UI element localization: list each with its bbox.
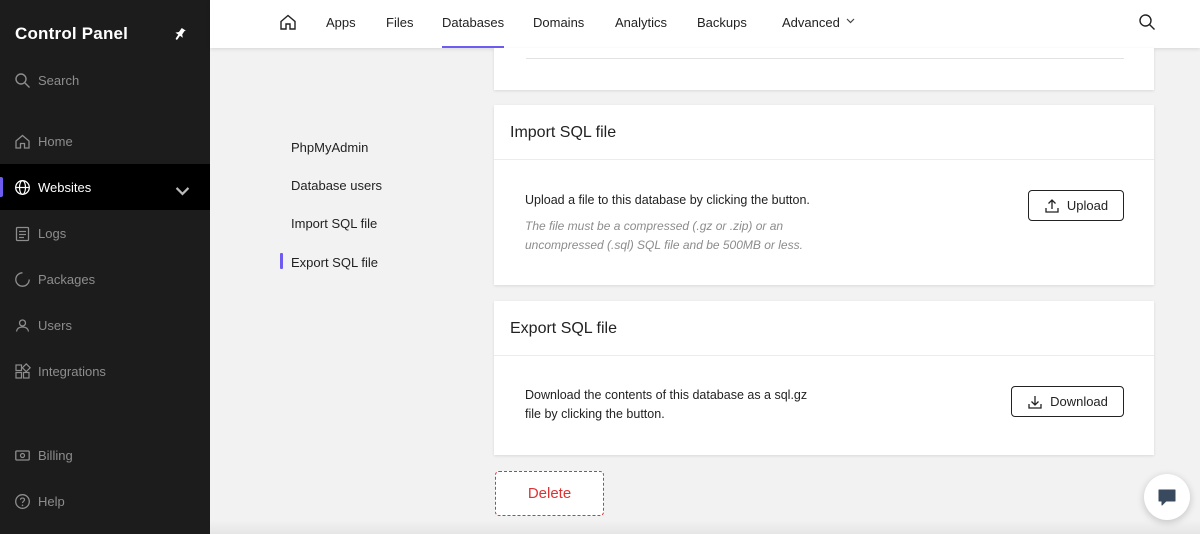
- top-nav: Apps Files Databases Domains Analytics B…: [210, 0, 1200, 48]
- export-card-title: Export SQL file: [510, 320, 618, 337]
- subnav-active-indicator: [280, 253, 283, 269]
- download-icon: [1028, 395, 1042, 409]
- download-button-label: Download: [1050, 394, 1108, 409]
- home-icon[interactable]: [279, 13, 297, 31]
- tab-advanced[interactable]: Advanced: [782, 15, 840, 30]
- sidebar-item-home[interactable]: Home: [0, 118, 210, 164]
- import-card-title: Import SQL file: [510, 124, 617, 141]
- packages-icon: [14, 271, 31, 288]
- tab-apps[interactable]: Apps: [326, 15, 356, 30]
- previous-card: [494, 48, 1154, 90]
- sidebar-item-billing[interactable]: Billing: [0, 432, 210, 478]
- divider: [526, 58, 1124, 59]
- sidebar-item-websites[interactable]: Websites: [0, 164, 210, 210]
- subnav-import-sql-file[interactable]: Import SQL file: [291, 216, 377, 231]
- sidebar-search[interactable]: Search: [0, 57, 210, 103]
- subnav-phpmyadmin[interactable]: PhpMyAdmin: [291, 140, 368, 155]
- import-note-line-1: The file must be a compressed (.gz or .z…: [525, 219, 784, 233]
- sidebar-item-label: Websites: [38, 179, 92, 195]
- sidebar-item-label: Integrations: [38, 363, 106, 379]
- delete-button[interactable]: Delete: [495, 471, 604, 516]
- sidebar-item-label: Billing: [38, 447, 73, 463]
- users-icon: [14, 317, 31, 334]
- export-description-line-1: Download the contents of this database a…: [525, 388, 808, 402]
- subnav-export-sql-file[interactable]: Export SQL file: [291, 255, 378, 270]
- download-button[interactable]: Download: [1011, 386, 1124, 417]
- upload-button[interactable]: Upload: [1028, 190, 1124, 221]
- sidebar-item-packages[interactable]: Packages: [0, 256, 210, 302]
- logs-icon: [14, 225, 31, 242]
- upload-button-label: Upload: [1066, 198, 1109, 213]
- home-icon: [14, 133, 31, 150]
- sidebar-item-label: Help: [38, 493, 65, 509]
- sidebar-item-users[interactable]: Users: [0, 302, 210, 348]
- chevron-down-icon[interactable]: [174, 182, 191, 199]
- tab-backups[interactable]: Backups: [697, 15, 747, 30]
- import-sql-card: Import SQL file Upload a file to this da…: [494, 105, 1154, 285]
- sidebar-item-logs[interactable]: Logs: [0, 210, 210, 256]
- import-description: Upload a file to this database by clicki…: [525, 193, 810, 207]
- tab-files[interactable]: Files: [386, 15, 413, 30]
- import-note-line-2: uncompressed (.sql) SQL file and be 500M…: [525, 238, 803, 252]
- help-icon: [14, 493, 31, 510]
- search-icon[interactable]: [1138, 13, 1156, 31]
- brand-title: Control Panel: [15, 24, 129, 43]
- sidebar-item-label: Logs: [38, 225, 67, 241]
- sidebar-item-integrations[interactable]: Integrations: [0, 348, 210, 394]
- divider: [494, 159, 1154, 160]
- tab-analytics[interactable]: Analytics: [615, 15, 667, 30]
- chat-button[interactable]: [1144, 474, 1190, 520]
- divider: [494, 355, 1154, 356]
- chevron-down-icon[interactable]: [846, 16, 855, 25]
- integrations-icon: [14, 362, 31, 380]
- billing-icon: [14, 447, 31, 464]
- subnav-database-users[interactable]: Database users: [291, 178, 382, 193]
- sidebar-item-help[interactable]: Help: [0, 478, 210, 524]
- sidebar-item-label: Home: [38, 133, 73, 149]
- export-description-line-2: file by clicking the button.: [525, 407, 665, 421]
- upload-icon: [1045, 198, 1059, 213]
- sidebar: Control Panel Search Home Websites Logs …: [0, 0, 210, 534]
- sidebar-item-label: Users: [38, 317, 72, 333]
- sidebar-search-label: Search: [38, 72, 80, 88]
- sidebar-item-label: Packages: [38, 271, 96, 287]
- chat-icon: [1158, 489, 1176, 506]
- export-sql-card: Export SQL file Download the contents of…: [494, 301, 1154, 455]
- tab-databases[interactable]: Databases: [442, 15, 505, 48]
- tab-domains[interactable]: Domains: [533, 15, 584, 30]
- globe-icon: [14, 179, 31, 196]
- pin-icon[interactable]: [172, 26, 188, 42]
- bottom-shadow: [210, 520, 1200, 534]
- search-icon: [14, 72, 31, 89]
